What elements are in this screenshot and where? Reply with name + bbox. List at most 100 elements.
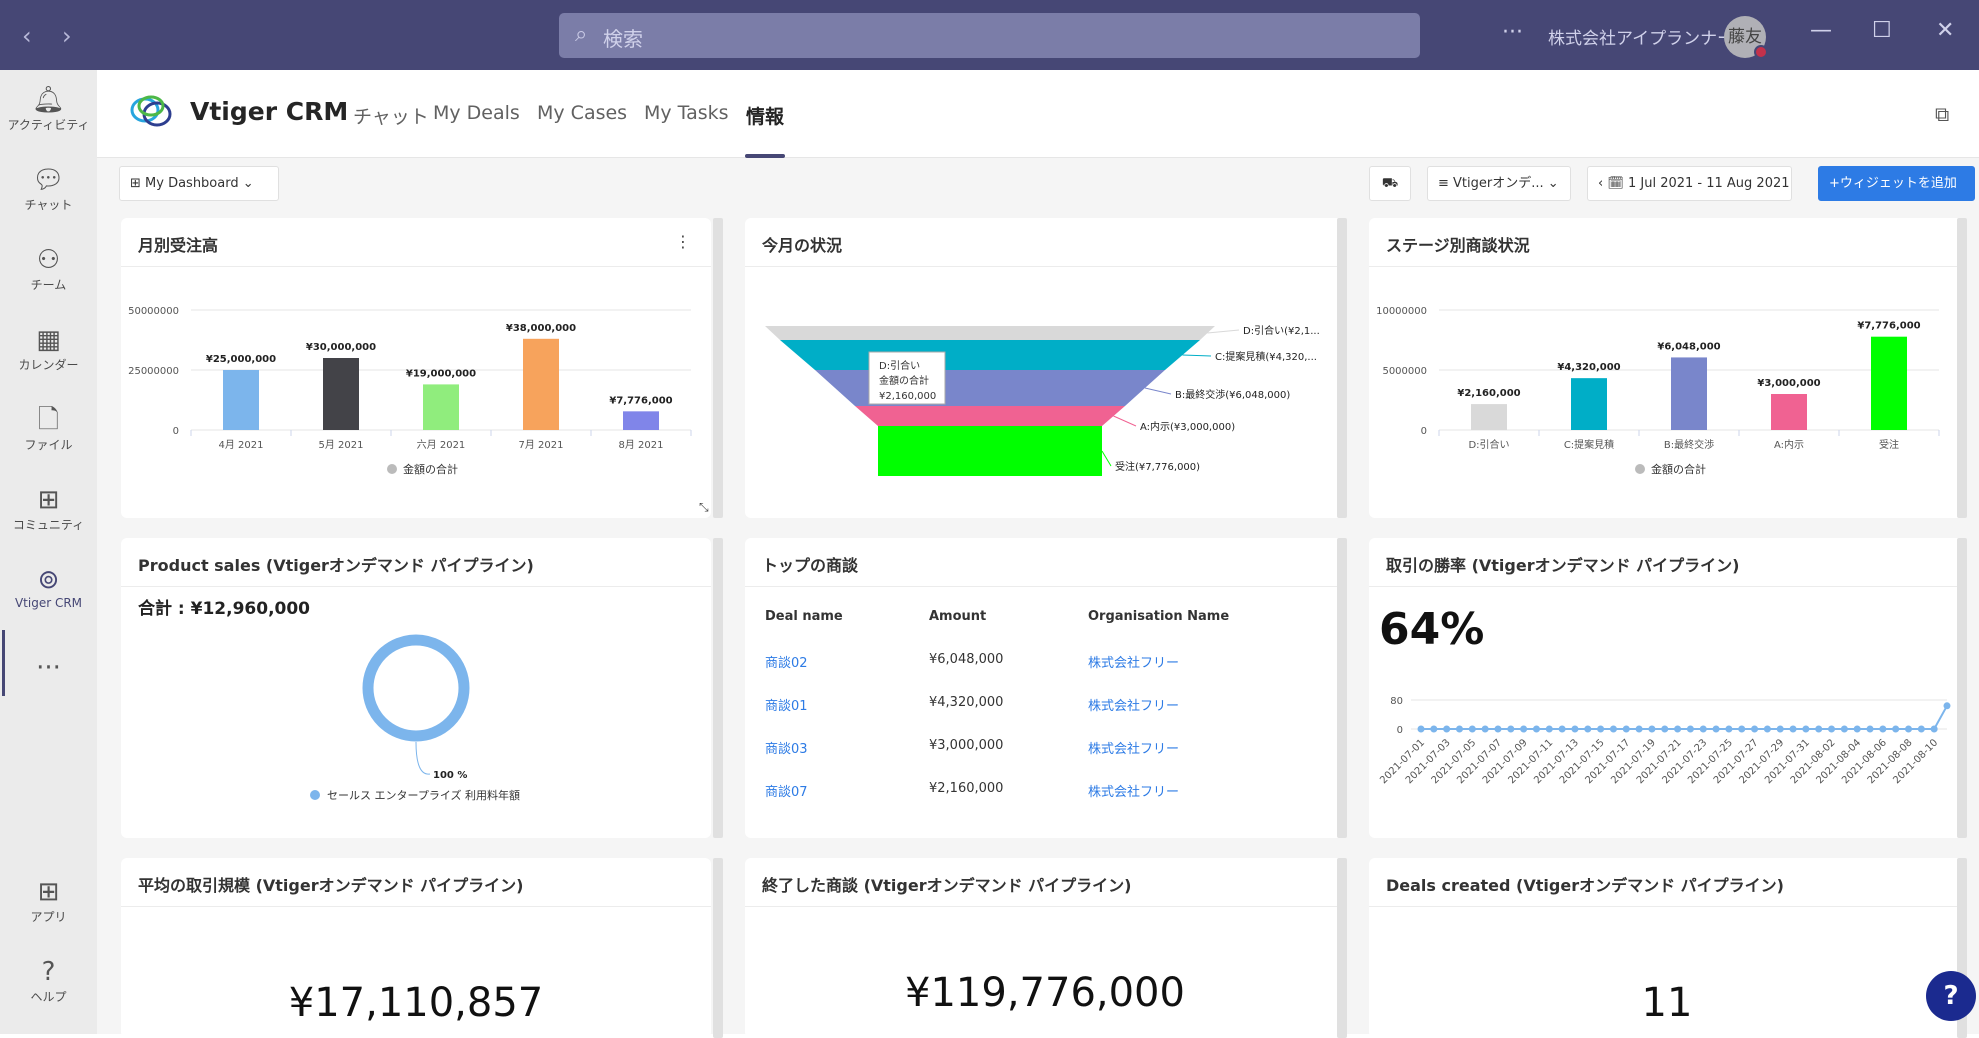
data-point (1430, 725, 1438, 733)
filter-icon[interactable]: ⛟ (1369, 166, 1411, 201)
avg-deal-value: ¥17,110,857 (288, 980, 544, 1026)
y-tick-label: 10000000 (1376, 306, 1427, 317)
back-icon[interactable]: ‹ (22, 22, 32, 50)
column-header-amount: Amount (929, 609, 987, 624)
search-icon: ⌕ (575, 22, 588, 47)
minimize-icon[interactable]: — (1810, 18, 1832, 43)
rail-item-apps[interactable]: ⊞ アプリ (0, 876, 97, 925)
data-point (1738, 725, 1746, 733)
data-point (1532, 725, 1540, 733)
tab-my-cases[interactable]: My Cases (537, 102, 627, 124)
data-point (1609, 725, 1617, 733)
main-area: Vtiger CRM チャット My Deals My Cases My Tas… (97, 70, 1979, 1038)
dashboard-select[interactable]: ⊞ My Dashboard ⌄ (119, 166, 279, 201)
rail-item-more[interactable]: ··· (0, 652, 97, 684)
data-point (1828, 725, 1836, 733)
pipeline-select[interactable]: ≡ Vtigerオンデ... ⌄ (1427, 166, 1571, 201)
rail-item-team[interactable]: ⚇ チーム (0, 244, 97, 293)
deal-link[interactable]: 商談03 (765, 738, 808, 757)
scrollbar[interactable] (1957, 218, 1967, 518)
data-point (1866, 725, 1874, 733)
funnel-segment (780, 340, 1200, 370)
x-tick-label: 7月 2021 (519, 439, 564, 451)
org-link[interactable]: 株式会社フリー (1088, 738, 1179, 757)
data-point (1520, 725, 1528, 733)
tab-my-tasks[interactable]: My Tasks (644, 102, 729, 124)
data-point (1712, 725, 1720, 733)
rail-item-files[interactable]: 🗋 ファイル (0, 404, 97, 453)
search-input[interactable]: ⌕ 検索 (559, 13, 1420, 58)
app-name: Vtiger CRM (190, 97, 349, 126)
scrollbar[interactable] (1957, 538, 1967, 838)
bar (423, 384, 459, 430)
funnel-connector (1101, 450, 1112, 467)
divider (121, 906, 711, 907)
funnel-label: C:提案見積(¥4,320,... (1215, 350, 1317, 363)
bar (323, 358, 359, 430)
bar (1771, 394, 1807, 430)
funnel-connector (1144, 387, 1172, 395)
widget-stage-deals: ステージ別商談状況 0 5000000 10000000 ¥2,160,000 D:引合… (1369, 218, 1965, 518)
rail-item-label: アクティビティ (7, 118, 90, 132)
org-link[interactable]: 株式会社フリー (1088, 695, 1179, 714)
more-options-icon[interactable]: ··· (1502, 20, 1523, 45)
data-point (1661, 725, 1669, 733)
data-point (1417, 725, 1425, 733)
avatar[interactable]: 藤友 (1724, 16, 1768, 59)
data-point (1571, 725, 1579, 733)
closed-deals-value: ¥119,776,000 (905, 970, 1185, 1016)
widget-product-sales: Product sales (Vtigerオンデマンド パイプライン) 合計 :… (121, 538, 711, 838)
rail-item-calendar[interactable]: ▦ カレンダー (0, 324, 97, 373)
data-point (1892, 725, 1900, 733)
x-tick-label: 5月 2021 (319, 439, 364, 451)
forward-icon[interactable]: › (62, 22, 72, 50)
data-point (1815, 725, 1823, 733)
org-link[interactable]: 株式会社フリー (1088, 652, 1179, 671)
resize-icon[interactable]: ⤡ (699, 500, 709, 515)
vtiger-icon: ⊚ (37, 565, 60, 595)
rail-item-chat[interactable]: 💬︎ チャット (0, 164, 97, 213)
scrollbar[interactable] (713, 858, 723, 1038)
org-link[interactable]: 株式会社フリー (1088, 781, 1179, 800)
donut-value-label: 100 % (433, 770, 467, 781)
avatar-initials: 藤友 (1728, 27, 1762, 47)
funnel-label: D:引合い(¥2,1... (1243, 324, 1320, 337)
funnel-label: 受注(¥7,776,000) (1115, 460, 1200, 473)
tab-chat[interactable]: チャット (353, 102, 429, 129)
deal-link[interactable]: 商談02 (765, 652, 808, 671)
tab-info[interactable]: 情報 (746, 102, 784, 129)
rail-item-help[interactable]: ? ヘルプ (0, 956, 97, 1005)
data-point (1879, 725, 1887, 733)
deal-link[interactable]: 商談01 (765, 695, 808, 714)
date-range-picker[interactable]: ‹ 🗓 1 Jul 2021 - 11 Aug 2021 › (1587, 166, 1792, 201)
calendar-icon: ▦ (36, 325, 61, 355)
series-line (1421, 705, 1948, 730)
data-point (1635, 725, 1643, 733)
scrollbar[interactable] (1337, 218, 1347, 518)
add-widget-button[interactable]: +ウィジェットを追加 (1818, 166, 1975, 201)
bar-value-label: ¥38,000,000 (506, 323, 576, 334)
popout-icon[interactable]: ⧉ (1935, 102, 1949, 126)
data-point (1622, 725, 1630, 733)
bar (623, 411, 659, 430)
search-placeholder: 検索 (603, 27, 643, 51)
deal-link[interactable]: 商談07 (765, 781, 808, 800)
tab-my-deals[interactable]: My Deals (433, 102, 520, 124)
rail-item-vtiger[interactable]: ⊚ Vtiger CRM (0, 564, 97, 610)
rail-item-activity[interactable]: 🔔︎ アクティビティ (0, 84, 97, 133)
legend-label: セールス エンタープライズ 利用料年額 (327, 788, 520, 802)
close-icon[interactable]: ✕ (1936, 18, 1954, 43)
divider (1369, 906, 1965, 907)
maximize-icon[interactable]: ☐ (1872, 18, 1892, 43)
scrollbar[interactable] (1337, 538, 1347, 838)
legend-marker (1635, 464, 1645, 474)
scrollbar[interactable] (713, 538, 723, 838)
scrollbar[interactable] (713, 218, 723, 518)
widget-title: トップの商談 (762, 556, 859, 575)
rail-item-community[interactable]: ⊞ コミュニティ (0, 484, 97, 533)
scrollbar[interactable] (1337, 858, 1347, 1038)
help-button[interactable]: ? (1926, 971, 1976, 1021)
y-tick-label: 0 (1421, 426, 1427, 437)
y-tick-label: 0 (173, 426, 179, 437)
data-point (1840, 725, 1848, 733)
